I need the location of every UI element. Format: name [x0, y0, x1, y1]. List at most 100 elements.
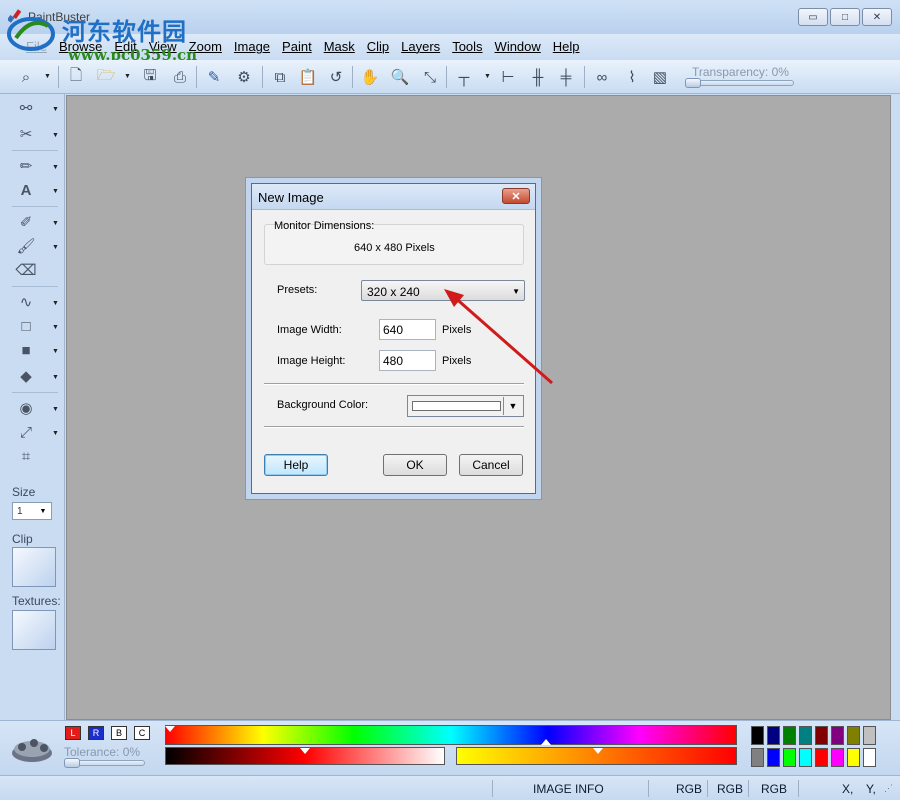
palette-swatch[interactable]: [799, 726, 812, 745]
eye-icon[interactable]: ◉: [14, 398, 38, 418]
menu-help[interactable]: Help: [547, 34, 586, 60]
color-spectrum[interactable]: [165, 725, 737, 745]
fill-bucket-icon[interactable]: ◆: [14, 366, 38, 386]
curve-tool-icon[interactable]: ∿: [14, 292, 38, 312]
palette-swatch[interactable]: [767, 726, 780, 745]
close-button[interactable]: ✕: [862, 8, 892, 26]
palette-swatch[interactable]: [751, 748, 764, 767]
palette-swatch[interactable]: [831, 726, 844, 745]
palette-swatch[interactable]: [783, 748, 796, 767]
shade-gradient[interactable]: [165, 747, 445, 765]
undo-icon[interactable]: ↺: [326, 67, 346, 87]
rectangle-icon[interactable]: □: [14, 316, 38, 336]
hand-icon[interactable]: ✋: [360, 67, 380, 87]
tolerance-slider-thumb[interactable]: [64, 758, 80, 768]
airbrush-icon[interactable]: ✐: [14, 212, 38, 232]
curve-icon[interactable]: ⌇: [622, 67, 642, 87]
filled-rect-icon[interactable]: ■: [14, 340, 38, 360]
copy-icon[interactable]: ⧉: [270, 67, 290, 87]
magic-select-icon[interactable]: ✂: [14, 124, 38, 144]
textures-preview[interactable]: [12, 610, 56, 650]
palette-swatch[interactable]: [863, 748, 876, 767]
center-v-icon[interactable]: ╪: [556, 67, 576, 87]
resize-grip-icon[interactable]: ⋰: [884, 779, 893, 798]
open-dropdown-icon[interactable]: ▼: [124, 73, 131, 80]
tool-dropdown-icon[interactable]: ▼: [52, 244, 59, 251]
cancel-button[interactable]: Cancel: [459, 454, 523, 476]
tool-dropdown-icon[interactable]: ▼: [52, 324, 59, 331]
dialog-close-button[interactable]: ✕: [502, 188, 530, 204]
magnify-icon[interactable]: 🔍: [390, 67, 410, 87]
ruler-dropdown-icon[interactable]: ▼: [484, 73, 491, 80]
minimize-button[interactable]: ▭: [798, 8, 828, 26]
palette-swatch[interactable]: [863, 726, 876, 745]
brush-icon[interactable]: 🖌: [14, 236, 38, 256]
paste-icon[interactable]: 📋: [298, 67, 318, 87]
palette-swatch[interactable]: [783, 726, 796, 745]
lasso-select-icon[interactable]: ⚯: [14, 98, 38, 118]
eraser-icon[interactable]: ⌫: [14, 260, 38, 280]
menu-tools[interactable]: Tools: [446, 34, 488, 60]
blend-gradient[interactable]: [456, 747, 737, 765]
size-select[interactable]: 1 ▼: [12, 502, 52, 520]
width-input[interactable]: [380, 320, 435, 339]
clip-preview[interactable]: [12, 547, 56, 587]
zoom-dropdown-icon[interactable]: ▼: [44, 73, 51, 80]
palette-swatch[interactable]: [815, 726, 828, 745]
palette-swatch[interactable]: [831, 748, 844, 767]
palette-swatch[interactable]: [799, 748, 812, 767]
transparency-slider[interactable]: [685, 78, 794, 88]
menu-paint[interactable]: Paint: [276, 34, 318, 60]
spectrum-marker[interactable]: [541, 739, 551, 745]
tool-dropdown-icon[interactable]: ▼: [52, 106, 59, 113]
text-tool-icon[interactable]: A: [14, 180, 38, 200]
menu-mask[interactable]: Mask: [318, 34, 361, 60]
palette-swatch[interactable]: [751, 726, 764, 745]
shade-marker[interactable]: [300, 748, 310, 754]
height-field[interactable]: [379, 350, 436, 371]
palette-swatch[interactable]: [815, 748, 828, 767]
blend-marker[interactable]: [593, 748, 603, 754]
height-input[interactable]: [380, 351, 435, 370]
tool-dropdown-icon[interactable]: ▼: [52, 406, 59, 413]
tool-dropdown-icon[interactable]: ▼: [52, 220, 59, 227]
new-file-icon[interactable]: 🗋: [66, 67, 86, 87]
channel-l-button[interactable]: L: [65, 726, 81, 740]
print-icon[interactable]: ⎙: [170, 67, 190, 87]
tool-dropdown-icon[interactable]: ▼: [52, 374, 59, 381]
ruler-icon[interactable]: ┬: [454, 67, 474, 87]
stripes-icon[interactable]: ▧: [650, 67, 670, 87]
channel-b-button[interactable]: B: [111, 726, 127, 740]
open-folder-icon[interactable]: 🗁: [96, 67, 116, 87]
pencil-icon[interactable]: ✏: [14, 156, 38, 176]
tool-dropdown-icon[interactable]: ▼: [52, 164, 59, 171]
color-picker-icon[interactable]: ⤢: [14, 422, 38, 442]
menu-image[interactable]: Image: [228, 34, 276, 60]
channel-c-button[interactable]: C: [134, 726, 150, 740]
palette-swatch[interactable]: [847, 726, 860, 745]
tool-dropdown-icon[interactable]: ▼: [52, 132, 59, 139]
center-h-icon[interactable]: ╫: [528, 67, 548, 87]
tool-dropdown-icon[interactable]: ▼: [52, 348, 59, 355]
width-field[interactable]: [379, 319, 436, 340]
channel-r-button[interactable]: R: [88, 726, 104, 740]
tool-dropdown-icon[interactable]: ▼: [52, 430, 59, 437]
align-left-icon[interactable]: ⊢: [498, 67, 518, 87]
menu-clip[interactable]: Clip: [361, 34, 395, 60]
background-color-picker[interactable]: ▼: [407, 395, 524, 417]
menu-window[interactable]: Window: [489, 34, 547, 60]
tool-dropdown-icon[interactable]: ▼: [52, 188, 59, 195]
palette-swatch[interactable]: [767, 748, 780, 767]
batch-icon[interactable]: ⚙: [234, 67, 254, 87]
palette-swatch[interactable]: [847, 748, 860, 767]
zoom-select-icon[interactable]: ⌕: [16, 67, 36, 87]
transparency-slider-thumb[interactable]: [685, 78, 701, 88]
crop-icon[interactable]: ⌗: [14, 446, 38, 466]
tolerance-slider[interactable]: [64, 758, 145, 768]
tool-dropdown-icon[interactable]: ▼: [52, 300, 59, 307]
eyedropper-icon[interactable]: ⤡: [420, 67, 440, 87]
save-icon[interactable]: 🖫: [140, 67, 160, 87]
ok-button[interactable]: OK: [383, 454, 447, 476]
edit-image-icon[interactable]: ✎: [204, 67, 224, 87]
menu-layers[interactable]: Layers: [395, 34, 446, 60]
